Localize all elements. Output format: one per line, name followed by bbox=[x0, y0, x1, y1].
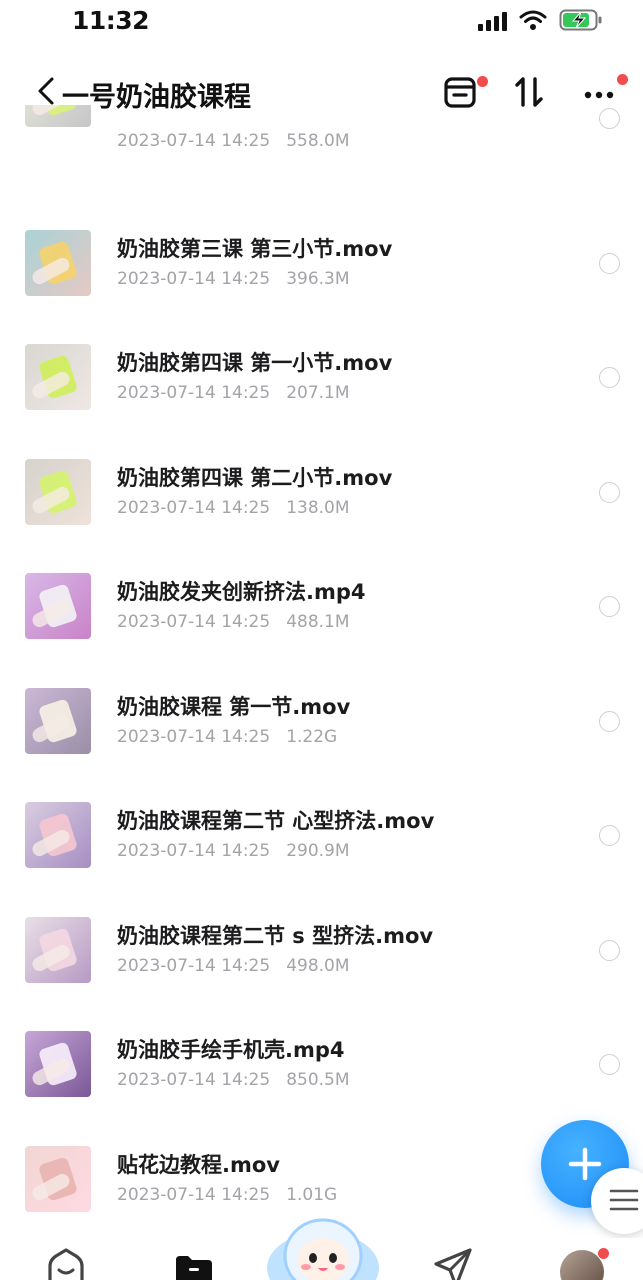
send-icon bbox=[434, 1248, 472, 1280]
file-date: 2023-07-14 14:25 bbox=[117, 383, 271, 403]
tab-files[interactable] bbox=[172, 1246, 216, 1280]
file-row[interactable]: 奶油胶手绘手机壳.mp4 2023-07-14 14:25 850.5M bbox=[0, 1031, 643, 1145]
notification-dot bbox=[617, 74, 628, 85]
file-size: 1.22G bbox=[286, 726, 338, 747]
file-meta: 2023-07-14 14:25 488.1M bbox=[117, 612, 350, 632]
file-row[interactable]: 奶油胶第三课 第三小节.mov 2023-07-14 14:25 396.3M bbox=[0, 229, 643, 344]
video-thumbnail bbox=[25, 687, 91, 754]
video-thumbnail bbox=[25, 916, 91, 983]
tab-home[interactable] bbox=[44, 1246, 88, 1280]
video-thumbnail bbox=[25, 1031, 91, 1097]
file-size: 1.01G bbox=[286, 1184, 338, 1205]
video-thumbnail bbox=[25, 1145, 91, 1212]
select-checkbox[interactable] bbox=[599, 939, 620, 961]
menu-icon bbox=[609, 1189, 639, 1211]
file-list: 2023-07-14 14:25 558.0M 奶油胶第三课 第三小节.mov 202… bbox=[0, 105, 643, 1237]
chevron-left-icon bbox=[38, 77, 54, 105]
select-checkbox[interactable] bbox=[599, 108, 620, 129]
files-icon bbox=[176, 1256, 212, 1280]
notification-dot bbox=[598, 1248, 609, 1259]
file-meta: 2023-07-14 14:25 207.1M bbox=[117, 383, 350, 403]
tab-send[interactable] bbox=[432, 1246, 476, 1280]
file-row[interactable]: 奶油胶第四课 第二小节.mov 2023-07-14 14:25 138.0M bbox=[0, 458, 643, 573]
file-date: 2023-07-14 14:25 bbox=[117, 841, 271, 861]
status-icons bbox=[478, 8, 603, 32]
back-button[interactable] bbox=[34, 76, 62, 108]
file-size: 498.0M bbox=[286, 955, 350, 976]
file-name: 奶油胶课程 第一节.mov bbox=[117, 694, 351, 719]
video-thumbnail bbox=[25, 573, 91, 639]
select-checkbox[interactable] bbox=[599, 252, 620, 274]
battery-charging-icon bbox=[559, 8, 603, 32]
file-size: 488.1M bbox=[286, 612, 350, 632]
file-row[interactable]: 2023-07-14 14:25 558.0M bbox=[0, 105, 643, 205]
plus-icon bbox=[568, 1147, 602, 1181]
file-size: 396.3M bbox=[286, 268, 350, 289]
select-checkbox[interactable] bbox=[599, 596, 620, 617]
file-name: 奶油胶课程第二节 s 型挤法.mov bbox=[117, 923, 434, 948]
select-checkbox[interactable] bbox=[599, 481, 620, 503]
select-checkbox[interactable] bbox=[599, 367, 620, 388]
file-date: 2023-07-14 14:25 bbox=[117, 726, 271, 747]
file-size: 207.1M bbox=[286, 383, 350, 403]
status-time: 11:32 bbox=[72, 6, 150, 35]
video-thumbnail bbox=[25, 105, 91, 127]
file-row[interactable]: 奶油胶课程第二节 心型挤法.mov 2023-07-14 14:25 290.9M bbox=[0, 802, 643, 916]
file-date: 2023-07-14 14:25 bbox=[117, 612, 271, 632]
select-checkbox[interactable] bbox=[599, 710, 620, 732]
wifi-icon bbox=[519, 9, 547, 31]
file-date: 2023-07-14 14:25 bbox=[117, 1184, 271, 1205]
file-meta: 2023-07-14 14:25 850.5M bbox=[117, 1070, 350, 1090]
tab-bar bbox=[0, 1218, 643, 1280]
file-name: 奶油胶第三课 第三小节.mov bbox=[117, 236, 393, 261]
file-row[interactable]: 奶油胶第四课 第一小节.mov 2023-07-14 14:25 207.1M bbox=[0, 344, 643, 458]
file-name: 奶油胶第四课 第一小节.mov bbox=[117, 351, 393, 375]
file-size: 558.0M bbox=[286, 131, 350, 151]
home-icon bbox=[48, 1248, 84, 1280]
status-bar: 11:32 bbox=[0, 0, 643, 44]
file-meta: 2023-07-14 14:25 290.9M bbox=[117, 841, 350, 861]
file-row[interactable]: 奶油胶发夹创新挤法.mp4 2023-07-14 14:25 488.1M bbox=[0, 573, 643, 687]
file-meta: 2023-07-14 14:25 1.01G bbox=[117, 1185, 337, 1205]
file-date: 2023-07-14 14:25 bbox=[117, 497, 271, 518]
file-name: 奶油胶发夹创新挤法.mp4 bbox=[117, 580, 366, 604]
file-name: 奶油胶课程第二节 心型挤法.mov bbox=[117, 809, 435, 833]
file-meta: 2023-07-14 14:25 1.22G bbox=[117, 727, 337, 747]
file-meta: 2023-07-14 14:25 498.0M bbox=[117, 956, 350, 976]
file-name: 奶油胶手绘手机壳.mp4 bbox=[117, 1038, 345, 1062]
video-thumbnail bbox=[25, 458, 91, 525]
file-row[interactable]: 奶油胶课程第二节 s 型挤法.mov 2023-07-14 14:25 498.0M bbox=[0, 916, 643, 1031]
file-meta: 2023-07-14 14:25 138.0M bbox=[117, 498, 350, 518]
video-thumbnail bbox=[25, 802, 91, 868]
notification-dot bbox=[477, 76, 488, 87]
file-size: 290.9M bbox=[286, 841, 350, 861]
file-date: 2023-07-14 14:25 bbox=[117, 955, 271, 976]
file-date: 2023-07-14 14:25 bbox=[117, 131, 271, 151]
signal-icon bbox=[478, 9, 507, 31]
file-row[interactable]: 奶油胶课程 第一节.mov 2023-07-14 14:25 1.22G bbox=[0, 687, 643, 802]
select-checkbox[interactable] bbox=[599, 1054, 620, 1075]
select-checkbox[interactable] bbox=[599, 825, 620, 846]
file-name: 奶油胶第四课 第二小节.mov bbox=[117, 465, 393, 490]
file-date: 2023-07-14 14:25 bbox=[117, 268, 271, 289]
file-meta: 2023-07-14 14:25 396.3M bbox=[117, 269, 350, 289]
file-date: 2023-07-14 14:25 bbox=[117, 1070, 271, 1090]
mascot-icon bbox=[267, 1218, 379, 1280]
file-meta: 2023-07-14 14:25 558.0M bbox=[117, 131, 350, 151]
video-thumbnail bbox=[25, 344, 91, 410]
file-name: 贴花边教程.mov bbox=[117, 1152, 280, 1177]
file-size: 850.5M bbox=[286, 1070, 350, 1090]
file-size: 138.0M bbox=[286, 497, 350, 518]
video-thumbnail bbox=[25, 229, 91, 296]
tab-mascot[interactable] bbox=[266, 1210, 380, 1280]
